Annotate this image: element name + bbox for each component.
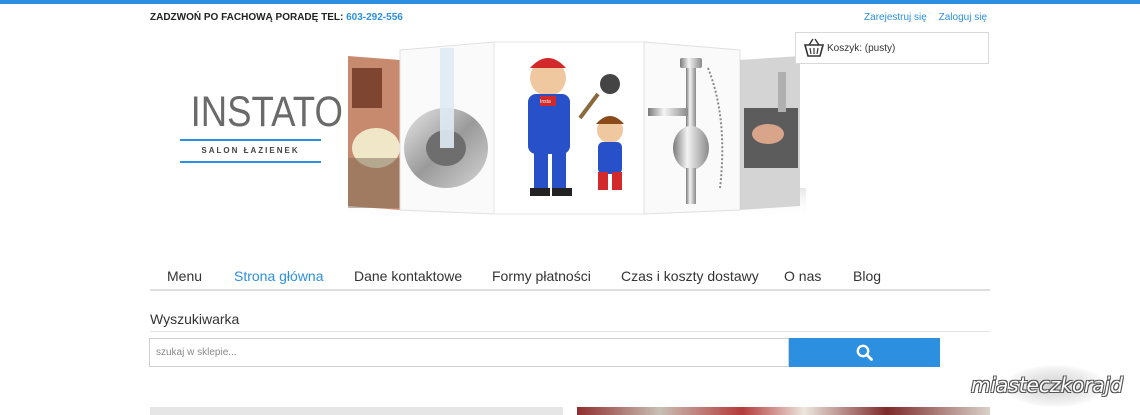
nav-item-home[interactable]: Strona główna xyxy=(234,268,324,284)
nav-item-contact[interactable]: Dane kontaktowe xyxy=(354,268,462,284)
site-logo[interactable]: INSTATO SALON ŁAZIENEK xyxy=(180,88,343,166)
basket-icon xyxy=(803,38,825,57)
phone-info: ZADZWOŃ PO FACHOWĄ PORADĘ TEL: 603-292-5… xyxy=(150,12,403,23)
watermark-text: miasteczkorajd xyxy=(971,373,1123,397)
top-accent-bar xyxy=(0,0,1140,4)
logo-divider-top xyxy=(180,139,321,141)
search-input[interactable] xyxy=(149,338,789,367)
search-icon xyxy=(856,344,873,361)
content-block-left xyxy=(150,407,563,415)
register-link[interactable]: Zarejestruj się xyxy=(864,12,927,23)
cart-box[interactable]: Koszyk: (pusty) xyxy=(795,32,989,64)
search-divider xyxy=(150,331,990,332)
hero-collage-image: Insta xyxy=(348,41,806,218)
search-button[interactable] xyxy=(789,338,940,367)
nav-item-payment[interactable]: Formy płatności xyxy=(492,268,591,284)
phone-label: ZADZWOŃ PO FACHOWĄ PORADĘ TEL: xyxy=(150,12,344,23)
nav-item-menu[interactable]: Menu xyxy=(167,268,202,284)
phone-number[interactable]: 603-292-556 xyxy=(346,12,403,23)
hero-banner: Insta xyxy=(348,38,806,218)
nav-item-blog[interactable]: Blog xyxy=(853,268,881,284)
logo-divider-bottom xyxy=(180,161,321,163)
main-navigation: Menu Strona główna Dane kontaktowe Formy… xyxy=(150,261,990,291)
account-links: Zarejestruj się Zaloguj się xyxy=(855,12,987,23)
hero-badge-text: Insta xyxy=(540,99,551,105)
login-link[interactable]: Zaloguj się xyxy=(939,12,987,23)
search-section-title: Wyszukiwarka xyxy=(150,311,240,327)
logo-title: INSTATO xyxy=(190,88,343,136)
cart-label: Koszyk: (pusty) xyxy=(827,43,896,54)
logo-subtitle: SALON ŁAZIENEK xyxy=(201,146,300,155)
watermark: miasteczkorajd xyxy=(965,365,1140,407)
nav-item-delivery[interactable]: Czas i koszty dostawy xyxy=(621,268,759,284)
content-image-right xyxy=(577,407,990,415)
nav-item-about[interactable]: O nas xyxy=(784,268,821,284)
